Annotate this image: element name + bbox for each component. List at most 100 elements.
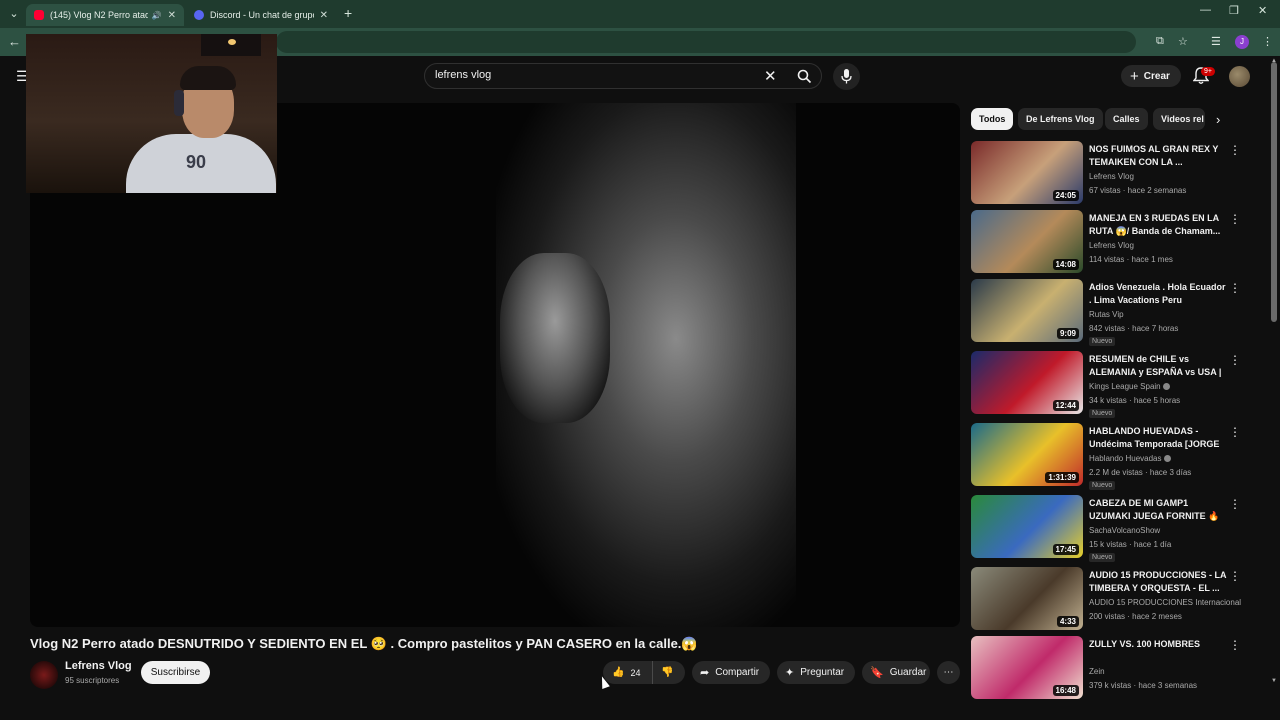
more-vertical-icon[interactable]: ⋮ <box>1229 638 1241 652</box>
recommendation-channel[interactable]: SachaVolcanoShow <box>1089 526 1160 535</box>
video-thumbnail[interactable]: 16:48 <box>971 636 1083 699</box>
search-box[interactable]: lefrens vlog ✕ <box>424 63 822 89</box>
channel-label: Kings League Spain <box>1089 382 1161 391</box>
install-app-icon[interactable]: ⧉ <box>1156 35 1164 48</box>
recommendation-title[interactable]: NOS FUIMOS AL GRAN REX Y TEMAIKEN CON LA… <box>1089 143 1227 169</box>
recommendation-item[interactable]: 12:44 RESUMEN de CHILE vs ALEMANIA y ESPA… <box>971 351 1241 418</box>
video-frame-hand <box>500 253 610 423</box>
tab-close-icon[interactable]: ✕ <box>168 10 176 21</box>
new-tab-icon[interactable]: + <box>344 5 352 21</box>
webcam-lamp <box>201 34 261 56</box>
maximize-icon[interactable]: ❐ <box>1229 4 1239 17</box>
recommendation-channel[interactable]: Rutas Vip <box>1089 310 1124 319</box>
browser-menu-icon[interactable]: ⋮ <box>1262 35 1273 48</box>
tab-search-icon[interactable]: ⌄ <box>6 6 22 22</box>
ask-button[interactable]: ✦ Preguntar <box>777 661 855 684</box>
recommendation-meta: 379 k vistas · hace 3 semanas <box>1089 681 1198 690</box>
subscribe-button[interactable]: Suscribirse <box>141 661 210 684</box>
duration-badge: 4:33 <box>1056 616 1079 627</box>
chip-related[interactable]: Videos rel <box>1153 108 1205 130</box>
search-input[interactable]: lefrens vlog <box>435 69 755 81</box>
video-thumbnail[interactable]: 14:08 <box>971 210 1083 273</box>
chevron-right-icon[interactable]: › <box>1216 112 1220 127</box>
scroll-down-icon[interactable]: ▼ <box>1271 678 1277 684</box>
video-thumbnail[interactable]: 1:31:39 <box>971 423 1083 486</box>
save-label: Guardar <box>889 667 927 678</box>
recommendation-title[interactable]: AUDIO 15 PRODUCCIONES - LA TIMBERA Y ORQ… <box>1089 569 1227 595</box>
video-thumbnail[interactable]: 9:09 <box>971 279 1083 342</box>
recommendation-title[interactable]: RESUMEN de CHILE vs ALEMANIA y ESPAÑA vs… <box>1089 353 1227 380</box>
recommendation-title[interactable]: MANEJA EN 3 RUEDAS EN LA RUTA 😱/ Banda d… <box>1089 212 1227 238</box>
address-bar[interactable] <box>276 31 1136 53</box>
video-thumbnail[interactable]: 24:05 <box>971 141 1083 204</box>
more-vertical-icon[interactable]: ⋮ <box>1229 353 1241 367</box>
chip-all[interactable]: Todos <box>971 108 1014 130</box>
recommendation-title[interactable]: ZULLY VS. 100 HOMBRES <box>1089 638 1227 651</box>
discord-favicon-icon <box>194 10 204 20</box>
channel-avatar[interactable] <box>30 661 58 689</box>
scrollbar-thumb[interactable] <box>1271 62 1277 322</box>
duration-badge: 16:48 <box>1052 685 1079 696</box>
clear-search-icon[interactable]: ✕ <box>764 67 777 85</box>
recommendation-title[interactable]: CABEZA DE MI GAMP1 UZUMAKI JUEGA FORNITE… <box>1089 497 1227 524</box>
share-button[interactable]: ➦ Compartir <box>692 661 770 684</box>
more-actions-button[interactable]: ⋯ <box>937 661 960 684</box>
recommendation-item[interactable]: 4:33 AUDIO 15 PRODUCCIONES - LA TIMBERA Y… <box>971 567 1241 631</box>
browser-tab-discord[interactable]: Discord - Un chat de grupo lleno de ✕ <box>186 4 336 26</box>
sparkle-icon: ✦ <box>785 667 795 679</box>
browser-tab-youtube[interactable]: (145) Vlog N2 Perro atado DESNUTRIDO 🔊 ✕ <box>26 4 184 26</box>
recommendation-item[interactable]: 1:31:39 HABLANDO HUEVADAS - Undécima Temp… <box>971 423 1241 490</box>
recommendation-item[interactable]: 9:09 Adios Venezuela . Hola Ecuador . Lim… <box>971 279 1241 346</box>
recommendation-channel[interactable]: Lefrens Vlog <box>1089 241 1134 250</box>
video-thumbnail[interactable]: 12:44 <box>971 351 1083 414</box>
recommendation-channel[interactable]: AUDIO 15 PRODUCCIONES Internacional <box>1089 598 1241 607</box>
thumbs-down-icon: 👎 <box>661 667 674 678</box>
speaker-icon[interactable]: 🔊 <box>152 11 162 20</box>
create-button[interactable]: + Crear <box>1121 65 1181 87</box>
webcam-overlay: 90 <box>26 34 277 193</box>
more-vertical-icon[interactable]: ⋮ <box>1229 212 1241 226</box>
minimize-icon[interactable]: — <box>1200 4 1211 16</box>
notification-count-badge: 9+ <box>1201 67 1215 76</box>
duration-badge: 1:31:39 <box>1045 472 1079 483</box>
chip-channel[interactable]: De Lefrens Vlog <box>1018 108 1103 130</box>
recommendation-item[interactable]: 16:48 ZULLY VS. 100 HOMBRES Zein 379 k vist… <box>971 636 1241 700</box>
media-queue-icon[interactable]: ☰ <box>1211 35 1221 48</box>
save-button[interactable]: 🔖 Guardar <box>862 661 930 684</box>
window-close-icon[interactable]: ✕ <box>1258 4 1267 17</box>
recommendation-channel[interactable]: Kings League Spain <box>1089 382 1170 391</box>
recommendation-item[interactable]: 17:45 CABEZA DE MI GAMP1 UZUMAKI JUEGA FO… <box>971 495 1241 562</box>
channel-name[interactable]: Lefrens Vlog <box>65 660 132 672</box>
bookmark-star-icon[interactable]: ☆ <box>1178 35 1188 48</box>
recommendation-item[interactable]: 14:08 MANEJA EN 3 RUEDAS EN LA RUTA 😱/ Ba… <box>971 210 1241 274</box>
voice-search-button[interactable] <box>833 63 860 90</box>
recommendation-channel[interactable]: Zein <box>1089 667 1105 676</box>
video-thumbnail[interactable]: 17:45 <box>971 495 1083 558</box>
like-count: 24 <box>630 667 641 678</box>
more-vertical-icon[interactable]: ⋮ <box>1229 569 1241 583</box>
verified-check-icon <box>1162 383 1170 391</box>
more-vertical-icon[interactable]: ⋮ <box>1229 497 1241 511</box>
search-icon <box>797 69 812 84</box>
search-button[interactable] <box>787 64 823 88</box>
chip-streets[interactable]: Calles <box>1105 108 1148 130</box>
tab-close-icon[interactable]: ✕ <box>320 10 328 21</box>
recommendation-channel[interactable]: Lefrens Vlog <box>1089 172 1134 181</box>
video-thumbnail[interactable]: 4:33 <box>971 567 1083 630</box>
more-vertical-icon[interactable]: ⋮ <box>1229 425 1241 439</box>
back-arrow-icon[interactable]: ← <box>8 34 21 49</box>
channel-label: AUDIO 15 PRODUCCIONES Internacional <box>1089 598 1242 607</box>
recommendation-title[interactable]: Adios Venezuela . Hola Ecuador . Lima Va… <box>1089 281 1227 307</box>
account-avatar[interactable] <box>1229 66 1250 87</box>
channel-label: Lefrens Vlog <box>1089 172 1134 181</box>
like-button[interactable]: 👍 24 <box>603 661 653 684</box>
dislike-button[interactable]: 👎 <box>653 667 673 678</box>
more-vertical-icon[interactable]: ⋮ <box>1229 143 1241 157</box>
profile-icon[interactable]: J <box>1235 35 1249 49</box>
more-vertical-icon[interactable]: ⋮ <box>1229 281 1241 295</box>
webcam-person-hair <box>180 66 236 90</box>
recommendation-channel[interactable]: Hablando Huevadas <box>1089 454 1171 463</box>
recommendation-item[interactable]: 24:05 NOS FUIMOS AL GRAN REX Y TEMAIKEN C… <box>971 141 1241 205</box>
recommendation-title[interactable]: HABLANDO HUEVADAS - Undécima Temporada [… <box>1089 425 1227 452</box>
channel-label: Rutas Vip <box>1089 310 1124 319</box>
